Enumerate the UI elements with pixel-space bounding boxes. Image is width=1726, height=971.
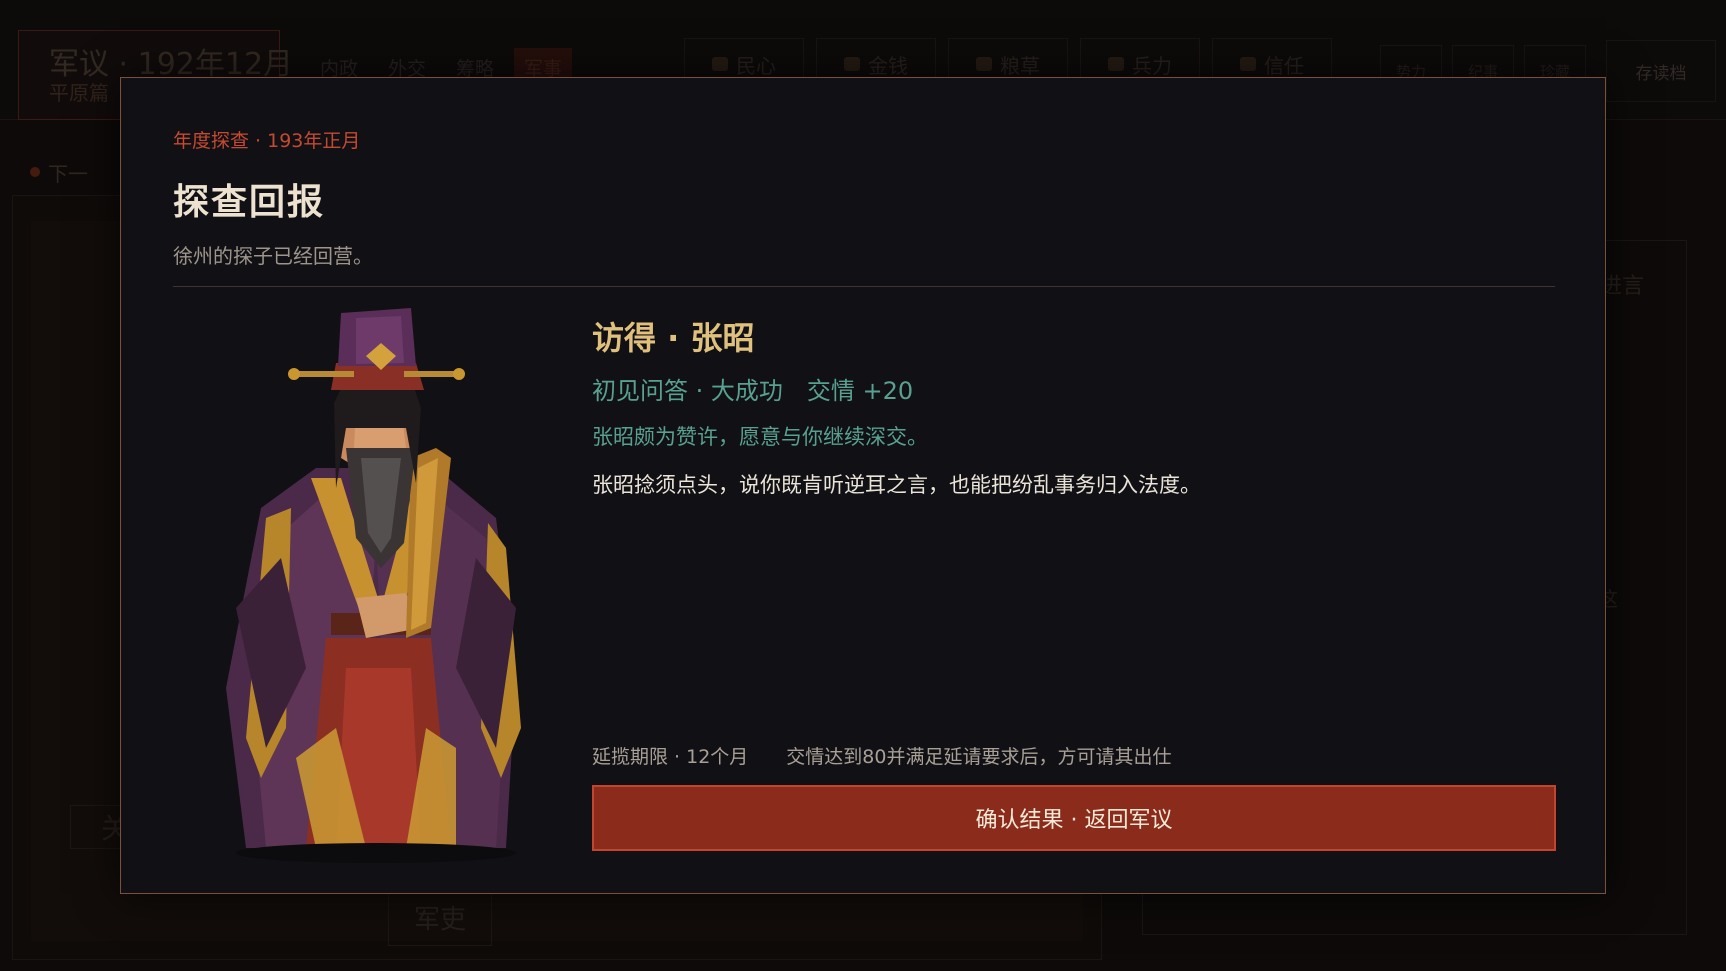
scout-report-modal: 年度探查 · 193年正月 探查回报 徐州的探子已经回营。 访得 · 张昭 初见… <box>120 77 1606 894</box>
report-eyebrow: 年度探查 · 193年正月 <box>173 130 361 152</box>
narration-text: 张昭捻须点头，说你既肯听逆耳之言，也能把纷乱事务归入法度。 <box>592 473 1201 497</box>
character-name: 访得 · 张昭 <box>592 319 755 357</box>
character-portrait <box>226 308 521 863</box>
recruit-requirement: 交情达到80并满足延请要求后，方可请其出仕 <box>786 746 1172 768</box>
modal-title: 探查回报 <box>173 182 326 223</box>
result-line: 初见问答 · 大成功 交情 +20 <box>592 371 913 406</box>
favor-change: 交情 +20 <box>806 377 914 405</box>
confirm-button[interactable]: 确认结果 · 返回军议 <box>592 785 1556 851</box>
recruit-info: 延揽期限 · 12个月 交情达到80并满足延请要求后，方可请其出仕 <box>592 742 1171 769</box>
divider <box>173 286 1555 287</box>
modal-subtitle: 徐州的探子已经回营。 <box>173 244 373 268</box>
interview-result: 初见问答 · 大成功 <box>592 377 783 405</box>
character-reaction: 张昭颇为赞许，愿意与你继续深交。 <box>592 425 928 449</box>
recruit-deadline: 延揽期限 · 12个月 <box>592 746 749 768</box>
